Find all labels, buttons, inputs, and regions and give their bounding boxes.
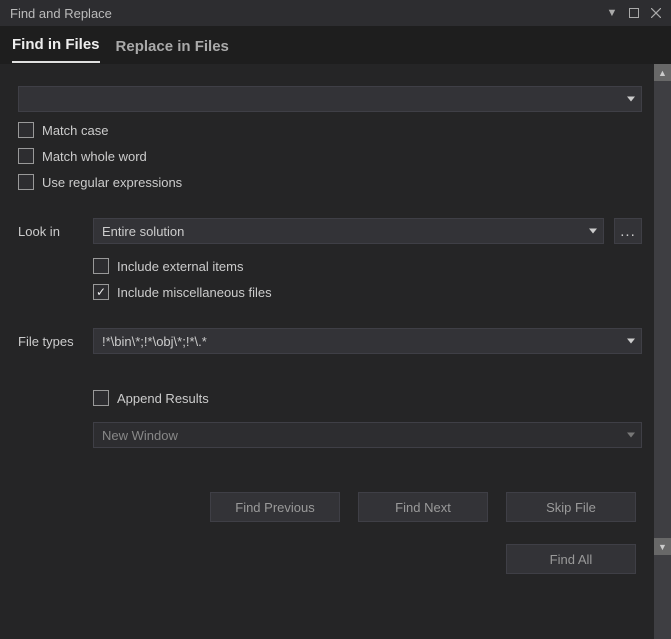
match-whole-word-checkbox[interactable] xyxy=(18,148,34,164)
window-title: Find and Replace xyxy=(10,6,601,21)
close-icon[interactable] xyxy=(645,4,667,22)
include-external-checkbox[interactable] xyxy=(93,258,109,274)
look-in-label: Look in xyxy=(18,224,93,239)
file-types-label: File types xyxy=(18,334,93,349)
include-misc-checkbox[interactable] xyxy=(93,284,109,300)
tab-bar: Find in Files Replace in Files xyxy=(0,26,671,64)
match-case-label: Match case xyxy=(42,123,108,138)
match-case-checkbox[interactable] xyxy=(18,122,34,138)
look-in-dropdown[interactable]: Entire solution xyxy=(93,218,604,244)
append-results-checkbox[interactable] xyxy=(93,390,109,406)
scroll-down-icon[interactable]: ▼ xyxy=(654,538,671,555)
find-all-button[interactable]: Find All xyxy=(506,544,636,574)
dropdown-arrow-icon xyxy=(627,433,635,438)
results-window-dropdown[interactable]: New Window xyxy=(93,422,642,448)
vertical-scrollbar[interactable]: ▲ ▼ xyxy=(654,64,671,639)
find-next-button[interactable]: Find Next xyxy=(358,492,488,522)
browse-button[interactable]: ... xyxy=(614,218,642,244)
append-results-label: Append Results xyxy=(117,391,209,406)
title-bar: Find and Replace ▼ xyxy=(0,0,671,26)
use-regex-checkbox[interactable] xyxy=(18,174,34,190)
match-whole-word-label: Match whole word xyxy=(42,149,147,164)
maximize-icon[interactable] xyxy=(623,4,645,22)
include-misc-label: Include miscellaneous files xyxy=(117,285,272,300)
results-window-value: New Window xyxy=(102,428,178,443)
content-area: Match case Match whole word Use regular … xyxy=(0,64,654,639)
tab-replace-in-files[interactable]: Replace in Files xyxy=(116,30,229,63)
skip-file-button[interactable]: Skip File xyxy=(506,492,636,522)
include-external-label: Include external items xyxy=(117,259,243,274)
window-menu-dropdown-icon[interactable]: ▼ xyxy=(601,4,623,22)
scroll-track[interactable] xyxy=(654,81,671,538)
dropdown-arrow-icon xyxy=(627,97,635,102)
search-term-input[interactable] xyxy=(18,86,642,112)
tab-find-in-files[interactable]: Find in Files xyxy=(12,28,100,63)
look-in-value: Entire solution xyxy=(102,224,184,239)
file-types-value: !*\bin\*;!*\obj\*;!*\.* xyxy=(102,334,207,349)
dropdown-arrow-icon xyxy=(627,339,635,344)
scroll-up-icon[interactable]: ▲ xyxy=(654,64,671,81)
file-types-input[interactable]: !*\bin\*;!*\obj\*;!*\.* xyxy=(93,328,642,354)
use-regex-label: Use regular expressions xyxy=(42,175,182,190)
find-previous-button[interactable]: Find Previous xyxy=(210,492,340,522)
dropdown-arrow-icon xyxy=(589,229,597,234)
